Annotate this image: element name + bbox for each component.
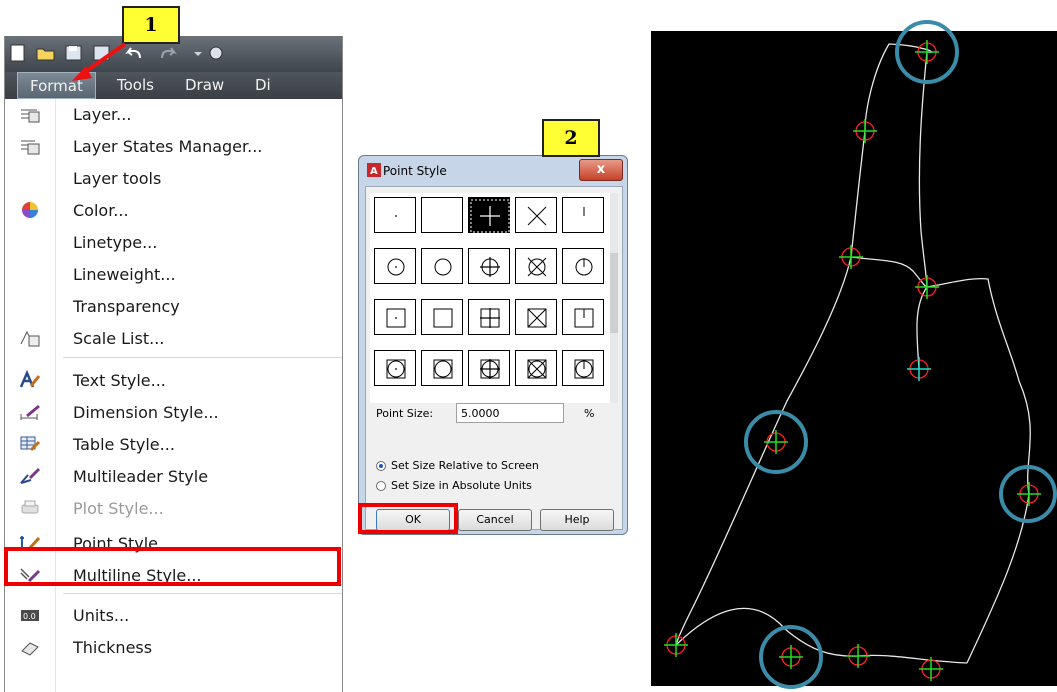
highlight-ring [895, 20, 959, 84]
highlight-ring [759, 625, 823, 689]
highlight-ring [744, 410, 808, 474]
highlight-ring [999, 465, 1057, 523]
highlight-rings [744, 20, 1057, 689]
